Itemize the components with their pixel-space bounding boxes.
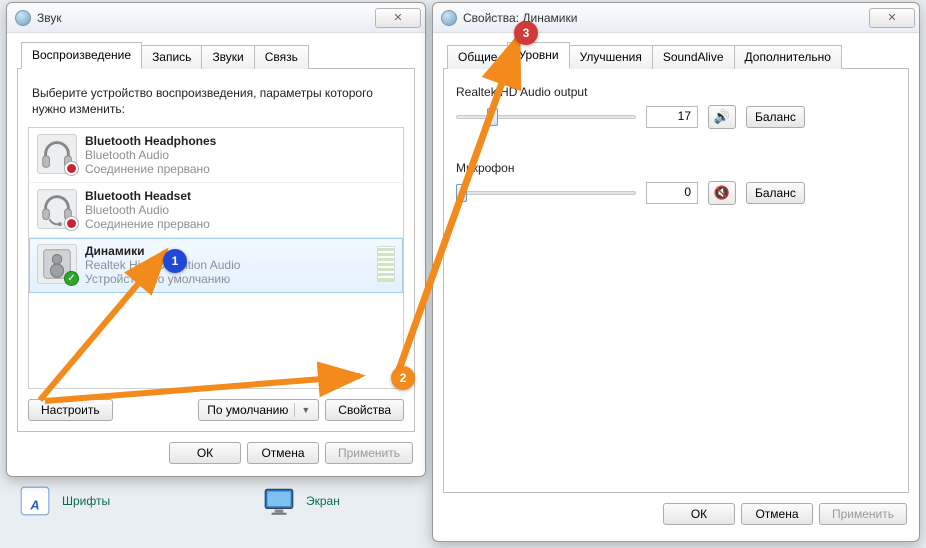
configure-button[interactable]: Настроить bbox=[28, 399, 113, 421]
desktop-label: Экран bbox=[306, 494, 340, 508]
tab-general[interactable]: Общие bbox=[447, 45, 508, 69]
tabpage-levels: Realtek HD Audio output 17 🔊 Баланс Микр… bbox=[443, 69, 909, 493]
tabpage-playback: Выберите устройство воспроизведения, пар… bbox=[17, 69, 415, 432]
device-status: Соединение прервано bbox=[85, 162, 216, 176]
desktop-icon-fonts[interactable]: A Шрифты bbox=[18, 484, 110, 518]
level-label: Realtek HD Audio output bbox=[456, 85, 896, 99]
close-button[interactable]: ✕ bbox=[869, 8, 915, 28]
volume-value[interactable]: 0 bbox=[646, 182, 698, 204]
cancel-button[interactable]: Отмена bbox=[247, 442, 319, 464]
annotation-badge-1: 1 bbox=[163, 249, 187, 273]
window-title: Звук bbox=[37, 11, 375, 25]
tabstrip: Воспроизведение Запись Звуки Связь bbox=[17, 41, 415, 69]
headset-icon bbox=[37, 189, 77, 229]
status-error-icon bbox=[64, 161, 79, 176]
speaker-muted-icon: 🔇 bbox=[714, 185, 730, 201]
desktop-icon-display[interactable]: Экран bbox=[262, 484, 340, 518]
chevron-down-icon: ▼ bbox=[301, 405, 310, 415]
titlebar[interactable]: Звук ✕ bbox=[7, 3, 425, 33]
mute-button[interactable]: 🔊 bbox=[708, 105, 736, 129]
tab-levels[interactable]: Уровни bbox=[507, 42, 569, 69]
tab-recording[interactable]: Запись bbox=[141, 45, 202, 69]
device-item[interactable]: Bluetooth Headphones Bluetooth Audio Сое… bbox=[29, 128, 403, 183]
status-error-icon bbox=[64, 216, 79, 231]
slider-thumb[interactable] bbox=[487, 108, 498, 126]
device-driver: Bluetooth Audio bbox=[85, 203, 210, 217]
device-item[interactable]: Bluetooth Headset Bluetooth Audio Соедин… bbox=[29, 183, 403, 238]
dialog-footer: ОК Отмена Применить bbox=[433, 493, 919, 537]
balance-button[interactable]: Баланс bbox=[746, 106, 805, 128]
volume-slider[interactable] bbox=[456, 106, 636, 128]
tab-soundalive[interactable]: SoundAlive bbox=[652, 45, 735, 69]
level-group-microphone: Микрофон 0 🔇 Баланс bbox=[456, 161, 896, 205]
sound-dialog: Звук ✕ Воспроизведение Запись Звуки Связ… bbox=[6, 2, 426, 477]
monitor-icon bbox=[262, 484, 296, 518]
tab-enhancements[interactable]: Улучшения bbox=[569, 45, 653, 69]
desktop-label: Шрифты bbox=[62, 494, 110, 508]
tab-advanced[interactable]: Дополнительно bbox=[734, 45, 842, 69]
level-label: Микрофон bbox=[456, 161, 896, 175]
ok-button[interactable]: ОК bbox=[169, 442, 241, 464]
level-meter bbox=[377, 246, 395, 282]
speaker-on-icon: 🔊 bbox=[714, 109, 730, 125]
apply-button[interactable]: Применить bbox=[819, 503, 907, 525]
dialog-footer: ОК Отмена Применить bbox=[7, 432, 425, 476]
tab-sounds[interactable]: Звуки bbox=[201, 45, 254, 69]
properties-button[interactable]: Свойства bbox=[325, 399, 404, 421]
apply-button[interactable]: Применить bbox=[325, 442, 413, 464]
tabstrip: Общие Уровни Улучшения SoundAlive Дополн… bbox=[443, 41, 909, 69]
status-default-icon bbox=[64, 271, 79, 286]
device-item-selected[interactable]: Динамики Realtek High Definition Audio У… bbox=[29, 238, 403, 293]
speaker-sys-icon bbox=[441, 10, 457, 26]
speaker-sys-icon bbox=[15, 10, 31, 26]
cancel-button[interactable]: Отмена bbox=[741, 503, 813, 525]
volume-slider[interactable] bbox=[456, 182, 636, 204]
mute-button[interactable]: 🔇 bbox=[708, 181, 736, 205]
set-default-combo[interactable]: По умолчанию ▼ bbox=[198, 399, 319, 421]
speaker-properties-dialog: Свойства: Динамики ✕ Общие Уровни Улучше… bbox=[432, 2, 920, 542]
close-button[interactable]: ✕ bbox=[375, 8, 421, 28]
ok-button[interactable]: ОК bbox=[663, 503, 735, 525]
font-icon: A bbox=[18, 484, 52, 518]
device-list[interactable]: Bluetooth Headphones Bluetooth Audio Сое… bbox=[28, 127, 404, 389]
balance-button[interactable]: Баланс bbox=[746, 182, 805, 204]
device-name: Bluetooth Headset bbox=[85, 189, 210, 203]
device-name: Bluetooth Headphones bbox=[85, 134, 216, 148]
speakers-icon bbox=[37, 244, 77, 284]
device-status: Устройство по умолчанию bbox=[85, 272, 240, 286]
annotation-badge-2: 2 bbox=[391, 366, 415, 390]
device-driver: Bluetooth Audio bbox=[85, 148, 216, 162]
tab-communications[interactable]: Связь bbox=[254, 45, 309, 69]
volume-value[interactable]: 17 bbox=[646, 106, 698, 128]
titlebar[interactable]: Свойства: Динамики ✕ bbox=[433, 3, 919, 33]
instruction-text: Выберите устройство воспроизведения, пар… bbox=[32, 85, 400, 117]
annotation-badge-3: 3 bbox=[514, 21, 538, 45]
tab-playback[interactable]: Воспроизведение bbox=[21, 42, 142, 69]
svg-text:A: A bbox=[29, 498, 39, 513]
level-group-output: Realtek HD Audio output 17 🔊 Баланс bbox=[456, 85, 896, 129]
slider-thumb[interactable] bbox=[456, 184, 467, 202]
headphones-icon bbox=[37, 134, 77, 174]
device-status: Соединение прервано bbox=[85, 217, 210, 231]
